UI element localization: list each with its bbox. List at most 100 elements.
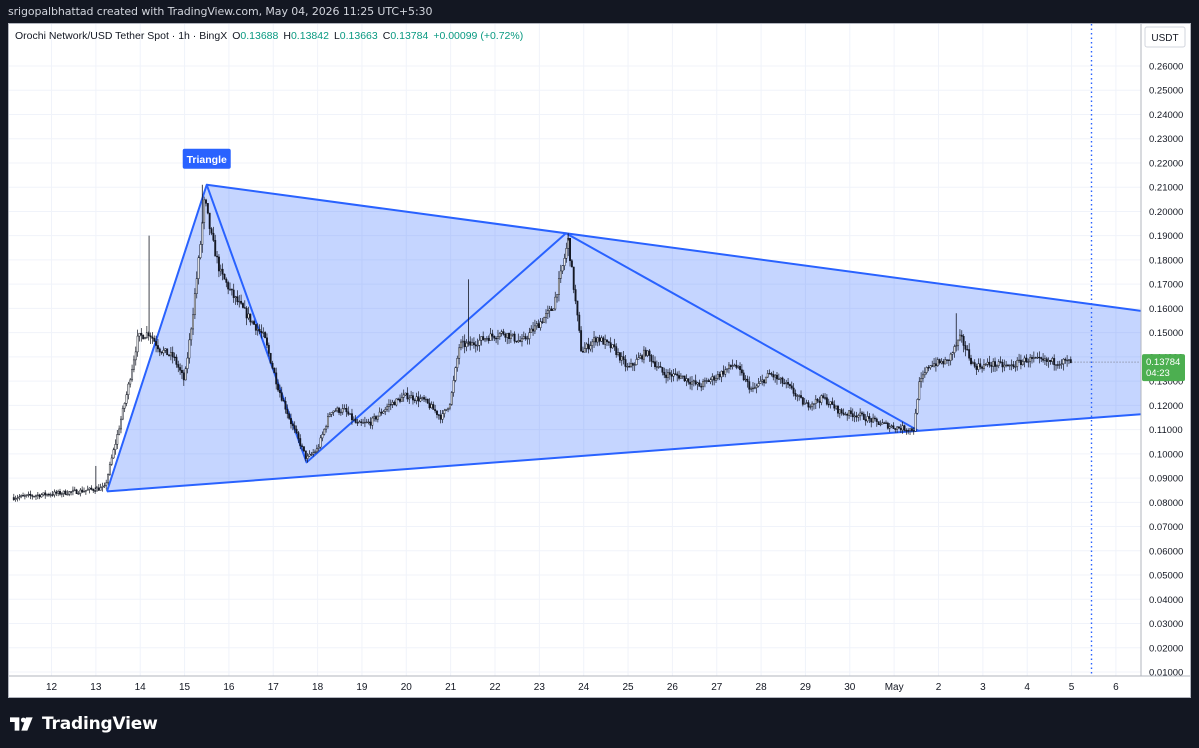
x-tick-label: 26: [667, 682, 679, 693]
candle: [96, 485, 98, 492]
candle: [151, 332, 154, 344]
candle: [147, 331, 150, 341]
candle: [36, 491, 39, 500]
pattern-label[interactable]: Triangle: [182, 148, 231, 169]
x-tick-label: 25: [622, 682, 634, 693]
x-tick-label: 24: [578, 682, 590, 693]
ohlc-legend: Orochi Network/USD Tether Spot · 1h · Bi…: [15, 30, 523, 42]
candle: [35, 494, 37, 500]
y-tick-label: 0.11000: [1149, 425, 1183, 436]
candle: [66, 490, 69, 496]
candle: [62, 490, 65, 497]
x-tick-label: 20: [401, 682, 413, 693]
candle: [273, 367, 276, 374]
pattern-label-text: Triangle: [187, 154, 227, 166]
tradingview-brand[interactable]: TradingView: [10, 712, 158, 736]
high-label: H: [283, 30, 291, 42]
price-axis[interactable]: 0.01000 0.02000 0.03000 0.04000 0.05000 0.060…: [1140, 24, 1186, 679]
y-tick-label: 0.21000: [1149, 183, 1183, 194]
candle: [103, 482, 106, 489]
y-tick-label: 0.26000: [1149, 62, 1183, 73]
candle: [105, 479, 108, 490]
chart-panel[interactable]: Triangle Orochi Network/USD Tether Spot …: [8, 23, 1191, 698]
candle: [142, 334, 145, 340]
candle: [683, 375, 686, 383]
candle: [92, 488, 95, 493]
candle: [101, 482, 104, 492]
candle: [206, 203, 209, 215]
chart-screenshot: srigopalbhattad created with TradingView…: [0, 0, 1199, 748]
candle: [44, 490, 47, 499]
candle: [88, 487, 91, 494]
candle: [764, 376, 767, 384]
x-tick-label: 15: [179, 682, 191, 693]
x-tick-label: May: [885, 682, 904, 693]
candle: [886, 421, 889, 430]
candle: [114, 439, 117, 455]
y-tick-label: 0.12000: [1149, 401, 1183, 412]
candle: [323, 428, 326, 436]
y-tick-label: 0.24000: [1149, 110, 1183, 121]
candle: [99, 483, 102, 491]
candle: [14, 495, 17, 502]
candle: [73, 486, 76, 492]
candle: [395, 398, 398, 407]
candle: [269, 352, 272, 364]
x-tick-label: 19: [356, 682, 368, 693]
candle: [877, 421, 880, 425]
candle: [86, 485, 89, 491]
triangle-pattern: Triangle: [105, 148, 1142, 493]
x-tick-label: 28: [756, 682, 768, 693]
candle: [60, 492, 63, 498]
y-tick-label: 0.23000: [1149, 134, 1183, 145]
candle: [70, 491, 73, 496]
x-tick-label: 5: [1069, 682, 1075, 693]
change-value: +0.00099 (+0.72%): [433, 30, 523, 42]
x-tick-label: 2: [936, 682, 942, 693]
tradingview-logo-icon: [10, 717, 33, 731]
y-tick-label: 0.08000: [1149, 498, 1183, 509]
currency-label: USDT: [1151, 33, 1178, 44]
y-tick-label: 0.05000: [1149, 571, 1183, 582]
candle: [450, 391, 453, 406]
x-tick-label: 29: [800, 682, 812, 693]
y-tick-label: 0.07000: [1149, 522, 1183, 533]
x-tick-label: 16: [223, 682, 235, 693]
x-tick-label: 6: [1113, 682, 1119, 693]
candle: [81, 486, 84, 493]
candle: [47, 492, 50, 497]
candle: [108, 461, 111, 477]
time-axis[interactable]: 12 13 14 15 16 17 18 19 20 21 22 23 24 25 26 27 28 29 30 Ma…: [9, 675, 1190, 693]
y-tick-label: 0.17000: [1149, 280, 1183, 291]
candle: [75, 488, 78, 495]
candle: [132, 355, 135, 373]
y-tick-label: 0.10000: [1149, 449, 1183, 460]
candle: [144, 336, 146, 340]
price-chart[interactable]: Triangle Orochi Network/USD Tether Spot …: [9, 24, 1190, 697]
y-tick-label: 0.15000: [1149, 328, 1183, 339]
candle: [77, 491, 80, 495]
candle: [25, 494, 28, 498]
candle: [127, 381, 130, 400]
candle: [121, 405, 124, 421]
y-tick-label: 0.03000: [1149, 619, 1183, 630]
x-tick-label: 23: [534, 682, 546, 693]
candle: [916, 398, 919, 415]
candle: [20, 494, 23, 499]
candle: [572, 266, 575, 294]
candle: [71, 486, 74, 496]
candle: [149, 332, 152, 345]
y-tick-label: 0.20000: [1149, 207, 1183, 218]
candle: [33, 495, 36, 498]
candle: [223, 273, 226, 280]
candle: [16, 494, 19, 502]
low-value: 0.13663: [340, 30, 378, 42]
x-tick-label: 27: [711, 682, 723, 693]
candle: [136, 329, 139, 357]
y-tick-label: 0.09000: [1149, 474, 1183, 485]
candle: [40, 493, 43, 498]
candle: [18, 494, 21, 501]
countdown-label: 04:23: [1146, 368, 1170, 379]
x-tick-label: 17: [268, 682, 280, 693]
close-value: 0.13784: [390, 30, 428, 42]
